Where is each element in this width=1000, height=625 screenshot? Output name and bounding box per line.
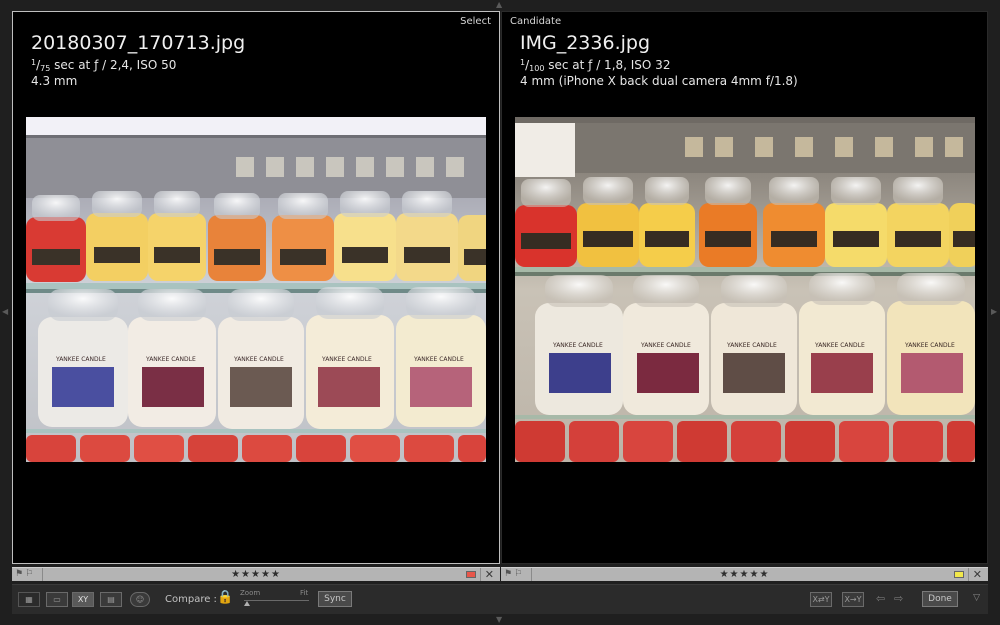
loupe-view-icon[interactable]: ▭ <box>46 592 68 607</box>
select-label: Select <box>460 16 491 27</box>
candidate-label: Candidate <box>510 16 562 27</box>
select-pane[interactable]: Select 20180307_170713.jpg 1/75 sec at ƒ… <box>12 11 500 564</box>
candidate-color-label[interactable] <box>954 571 964 578</box>
lock-icon[interactable]: 🔒 <box>217 590 233 605</box>
candidate-filename: IMG_2336.jpg <box>520 32 651 54</box>
select-star-rating[interactable]: ★★★★★ <box>12 568 500 581</box>
survey-view-icon[interactable]: ▤ <box>100 592 122 607</box>
select-rating-bar: ⚑⚐ ★★★★★ ✕ <box>12 567 500 581</box>
right-panel-toggle-icon[interactable]: ▶ <box>991 308 997 316</box>
compare-toolbar: ▦ ▭ XY ▤ ☺ Compare : 🔒 Zoom Fit Sync X⇄Y… <box>12 584 988 614</box>
svg-text:YANKEE CANDLE: YANKEE CANDLE <box>413 356 464 363</box>
select-close-icon[interactable]: ✕ <box>485 568 494 581</box>
left-panel-toggle-icon[interactable]: ◀ <box>2 308 8 316</box>
bottom-panel-toggle-icon[interactable]: ▼ <box>496 616 502 624</box>
candidate-exposure-info: 1/100 sec at ƒ / 1,8, ISO 32 <box>520 58 671 73</box>
fit-label: Fit <box>300 589 309 597</box>
people-view-icon[interactable]: ☺ <box>130 592 150 607</box>
svg-text:YANKEE CANDLE: YANKEE CANDLE <box>55 356 106 363</box>
select-photo[interactable]: YANKEE CANDLE YANKEE CANDLE YANKEE CANDL… <box>26 117 486 462</box>
candidate-focal-length: 4 mm (iPhone X back dual camera 4mm f/1.… <box>520 74 798 88</box>
candle-shelf-image: YANKEE CANDLE YANKEE CANDLE YANKEE CANDL… <box>515 117 975 462</box>
zoom-slider-track[interactable] <box>244 600 309 601</box>
svg-text:YANKEE CANDLE: YANKEE CANDLE <box>640 342 691 349</box>
grid-view-icon[interactable]: ▦ <box>18 592 40 607</box>
divider <box>480 568 481 581</box>
svg-text:YANKEE CANDLE: YANKEE CANDLE <box>904 342 955 349</box>
svg-text:YANKEE CANDLE: YANKEE CANDLE <box>233 356 284 363</box>
svg-text:YANKEE CANDLE: YANKEE CANDLE <box>552 342 603 349</box>
make-select-icon[interactable]: X→Y <box>842 592 864 607</box>
top-panel-toggle-icon[interactable]: ▲ <box>496 1 502 9</box>
compare-view-icon[interactable]: XY <box>72 592 94 607</box>
candidate-close-icon[interactable]: ✕ <box>973 568 982 581</box>
select-focal-length: 4.3 mm <box>31 74 78 88</box>
candidate-pane[interactable]: Candidate IMG_2336.jpg 1/100 sec at ƒ / … <box>501 11 988 564</box>
svg-text:YANKEE CANDLE: YANKEE CANDLE <box>726 342 777 349</box>
sync-button[interactable]: Sync <box>318 591 352 607</box>
candidate-photo[interactable]: YANKEE CANDLE YANKEE CANDLE YANKEE CANDL… <box>515 117 975 462</box>
svg-text:YANKEE CANDLE: YANKEE CANDLE <box>145 356 196 363</box>
select-color-label[interactable] <box>466 571 476 578</box>
candidate-star-rating[interactable]: ★★★★★ <box>501 568 988 581</box>
divider <box>968 568 969 581</box>
select-exposure-info: 1/75 sec at ƒ / 2,4, ISO 50 <box>31 58 177 73</box>
done-button[interactable]: Done <box>922 591 958 607</box>
swap-icon[interactable]: X⇄Y <box>810 592 832 607</box>
compare-label: Compare : <box>165 594 217 605</box>
svg-text:YANKEE CANDLE: YANKEE CANDLE <box>321 356 372 363</box>
compare-view: ▲ ▼ ◀ ▶ Select 20180307_170713.jpg 1/75 … <box>0 0 1000 625</box>
candidate-rating-bar: ⚑⚐ ★★★★★ ✕ <box>501 567 988 581</box>
candle-shelf-image: YANKEE CANDLE YANKEE CANDLE YANKEE CANDL… <box>26 117 486 462</box>
toolbar-menu-icon[interactable]: ▽ <box>973 593 980 603</box>
next-arrow-icon[interactable]: ⇨ <box>894 592 903 606</box>
select-filename: 20180307_170713.jpg <box>31 32 246 54</box>
svg-text:YANKEE CANDLE: YANKEE CANDLE <box>814 342 865 349</box>
previous-arrow-icon[interactable]: ⇦ <box>876 592 885 606</box>
zoom-label: Zoom <box>240 589 261 597</box>
zoom-slider-thumb[interactable] <box>244 601 251 606</box>
